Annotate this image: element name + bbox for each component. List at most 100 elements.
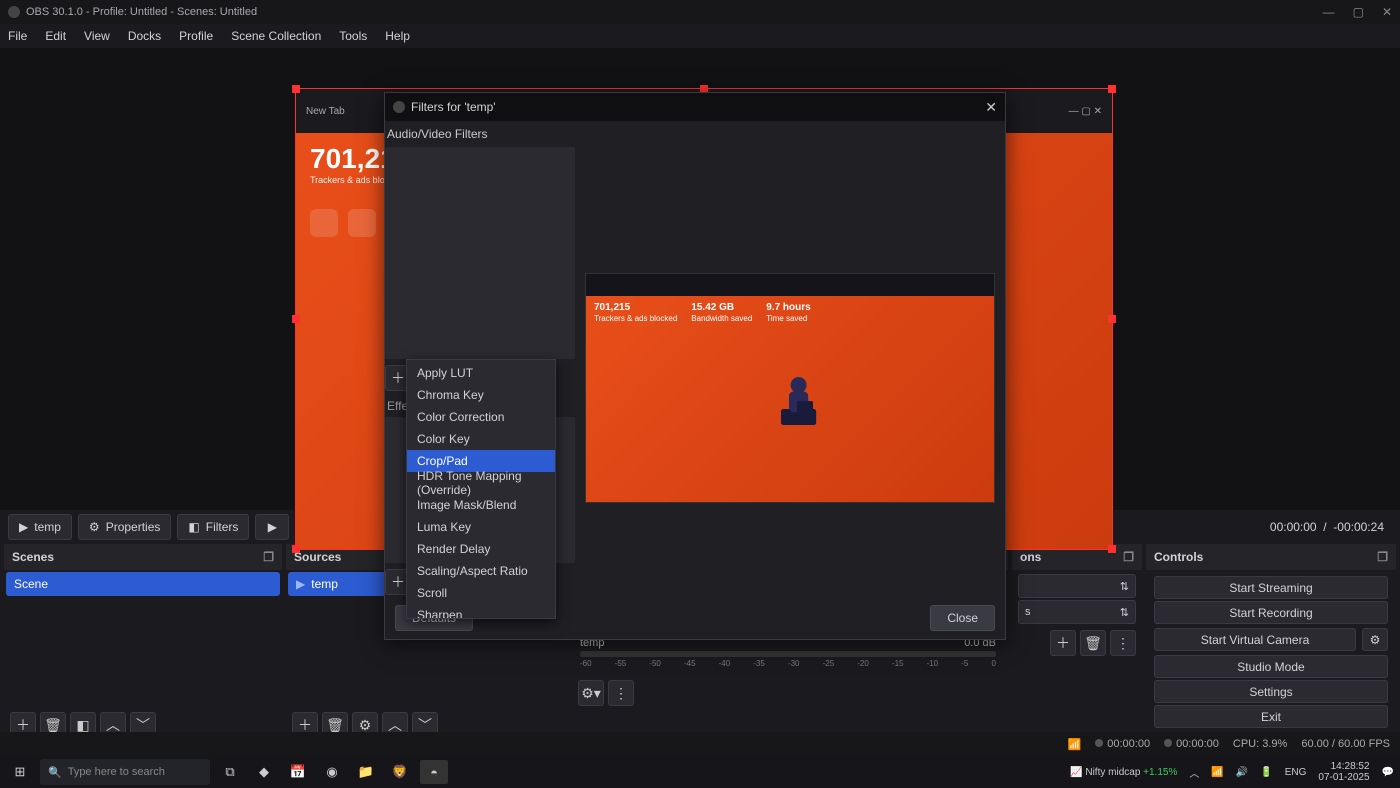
- start-virtual-camera-button[interactable]: Start Virtual Camera: [1154, 628, 1356, 651]
- settings-button[interactable]: Settings: [1154, 680, 1388, 703]
- notifications-icon[interactable]: 💬: [1382, 767, 1394, 778]
- fps-display: 60.00 / 60.00 FPS: [1301, 738, 1390, 750]
- add-transition-button[interactable]: ＋: [1050, 630, 1076, 656]
- filter-option[interactable]: Image Mask/Blend: [407, 494, 555, 516]
- filter-option[interactable]: Luma Key: [407, 516, 555, 538]
- menu-docks[interactable]: Docks: [128, 29, 161, 43]
- popout-icon[interactable]: ❐: [1123, 550, 1134, 564]
- filter-option[interactable]: Color Key: [407, 428, 555, 450]
- filter-option[interactable]: Sharpen: [407, 604, 555, 619]
- resize-handle[interactable]: [1108, 315, 1116, 323]
- mixer-settings-button[interactable]: ⚙▾: [578, 680, 604, 706]
- filter-option[interactable]: Render Delay: [407, 538, 555, 560]
- studio-mode-button[interactable]: Studio Mode: [1154, 655, 1388, 678]
- menu-edit[interactable]: Edit: [45, 29, 66, 43]
- volume-icon[interactable]: 🔊: [1236, 767, 1248, 778]
- av-filters-list[interactable]: [385, 147, 575, 359]
- mixer-menu-button[interactable]: ⋮: [608, 680, 634, 706]
- db-scale: -60-55-50-45-40-35-30-25-20-15-10-50: [580, 659, 996, 668]
- stream-time: 00:00:00: [1164, 738, 1219, 750]
- audio-meter: [580, 651, 996, 657]
- media-time-display: 00:00:00 / -00:00:24: [1270, 520, 1392, 534]
- window-title: OBS 30.1.0 - Profile: Untitled - Scenes:…: [26, 6, 257, 18]
- menu-scene-collection[interactable]: Scene Collection: [231, 29, 321, 43]
- popout-icon[interactable]: ❐: [1377, 550, 1388, 564]
- play-media-button[interactable]: ▶: [255, 514, 289, 540]
- av-filters-label: Audio/Video Filters: [385, 121, 575, 147]
- play-icon: ▶: [296, 577, 305, 591]
- scenes-title: Scenes: [12, 550, 54, 564]
- controls-dock: Controls ❐ Start Streaming Start Recordi…: [1146, 544, 1396, 740]
- battery-icon[interactable]: 🔋: [1260, 767, 1272, 778]
- brave-icon[interactable]: 🦁: [386, 760, 414, 784]
- window-titlebar: OBS 30.1.0 - Profile: Untitled - Scenes:…: [0, 0, 1400, 24]
- sources-title: Sources: [294, 550, 341, 564]
- minimize-button[interactable]: —: [1323, 5, 1335, 19]
- filter-option[interactable]: HDR Tone Mapping (Override): [407, 472, 555, 494]
- transition-menu-button[interactable]: ⋮: [1110, 630, 1136, 656]
- resize-handle[interactable]: [292, 545, 300, 553]
- filter-option[interactable]: Chroma Key: [407, 384, 555, 406]
- filter-option[interactable]: Apply LUT: [407, 362, 555, 384]
- dialog-titlebar[interactable]: Filters for 'temp' ✕: [385, 93, 1005, 121]
- filter-option[interactable]: Scroll: [407, 582, 555, 604]
- favorite-tile: [310, 209, 338, 237]
- windows-taskbar: ⊞ 🔍 Type here to search ⧉ ◆ 📅 ◉ 📁 🦁 ◓ 📈 …: [0, 756, 1400, 788]
- add-filter-context-menu: Apply LUTChroma KeyColor CorrectionColor…: [406, 359, 556, 619]
- menubar: File Edit View Docks Profile Scene Colle…: [0, 24, 1400, 48]
- menu-file[interactable]: File: [8, 29, 27, 43]
- controls-title: Controls: [1154, 550, 1203, 564]
- start-recording-button[interactable]: Start Recording: [1154, 601, 1388, 624]
- scenes-dock: Scenes ❐ Scene ＋ 🗑 ◧ ︿ ﹀: [4, 544, 282, 740]
- virtual-camera-settings-button[interactable]: ⚙: [1362, 628, 1388, 651]
- delete-transition-button[interactable]: 🗑: [1080, 630, 1106, 656]
- chrome-icon[interactable]: ◉: [318, 760, 346, 784]
- stock-widget[interactable]: 📈 Nifty midcap +1.15%: [1070, 767, 1177, 778]
- resize-handle[interactable]: [1108, 545, 1116, 553]
- file-explorer-icon[interactable]: 📁: [352, 760, 380, 784]
- obs-taskbar-icon[interactable]: ◓: [420, 760, 448, 784]
- close-dialog-button[interactable]: Close: [930, 605, 995, 631]
- gear-icon: ⚙: [89, 520, 100, 534]
- illustration-person: [757, 361, 837, 441]
- copilot-icon[interactable]: ◆: [250, 760, 278, 784]
- transition-select[interactable]: ⇅: [1018, 574, 1136, 598]
- cpu-usage: CPU: 3.9%: [1233, 738, 1287, 750]
- calendar-icon[interactable]: 📅: [284, 760, 312, 784]
- filters-button[interactable]: ◧ Filters: [177, 514, 249, 540]
- obs-logo-icon: [393, 101, 405, 113]
- obs-logo-icon: [8, 6, 20, 18]
- status-bar: 📶 00:00:00 00:00:00 CPU: 3.9% 60.00 / 60…: [0, 732, 1400, 756]
- resize-handle[interactable]: [1108, 85, 1116, 93]
- start-button[interactable]: ⊞: [6, 760, 34, 784]
- taskbar-clock[interactable]: 14:28:52 07-01-2025: [1318, 761, 1369, 783]
- favorite-tile: [348, 209, 376, 237]
- popout-icon[interactable]: ❐: [263, 550, 274, 564]
- tray-chevron-icon[interactable]: ︿: [1189, 765, 1199, 780]
- taskbar-search[interactable]: 🔍 Type here to search: [40, 759, 210, 785]
- play-icon: ▶: [19, 520, 28, 534]
- menu-view[interactable]: View: [84, 29, 110, 43]
- start-streaming-button[interactable]: Start Streaming: [1154, 576, 1388, 599]
- resize-handle[interactable]: [292, 85, 300, 93]
- menu-profile[interactable]: Profile: [179, 29, 213, 43]
- close-window-button[interactable]: ✕: [1382, 5, 1392, 19]
- chevron-updown-icon: ⇅: [1120, 606, 1129, 619]
- menu-help[interactable]: Help: [385, 29, 410, 43]
- filter-option[interactable]: Scaling/Aspect Ratio: [407, 560, 555, 582]
- dialog-close-button[interactable]: ✕: [985, 99, 997, 116]
- selected-source-chip[interactable]: ▶ temp: [8, 514, 72, 540]
- transitions-title: ons: [1020, 550, 1041, 564]
- menu-tools[interactable]: Tools: [339, 29, 367, 43]
- filter-option[interactable]: Color Correction: [407, 406, 555, 428]
- task-view-icon[interactable]: ⧉: [216, 760, 244, 784]
- properties-button[interactable]: ⚙ Properties: [78, 514, 171, 540]
- maximize-button[interactable]: ▢: [1353, 5, 1364, 19]
- exit-button[interactable]: Exit: [1154, 705, 1388, 728]
- chevron-updown-icon: ⇅: [1120, 580, 1129, 593]
- resize-handle[interactable]: [292, 315, 300, 323]
- scene-item[interactable]: Scene: [6, 572, 280, 596]
- transition-duration[interactable]: s⇅: [1018, 600, 1136, 624]
- wifi-icon[interactable]: 📶: [1211, 767, 1223, 778]
- language-indicator[interactable]: ENG: [1285, 767, 1307, 778]
